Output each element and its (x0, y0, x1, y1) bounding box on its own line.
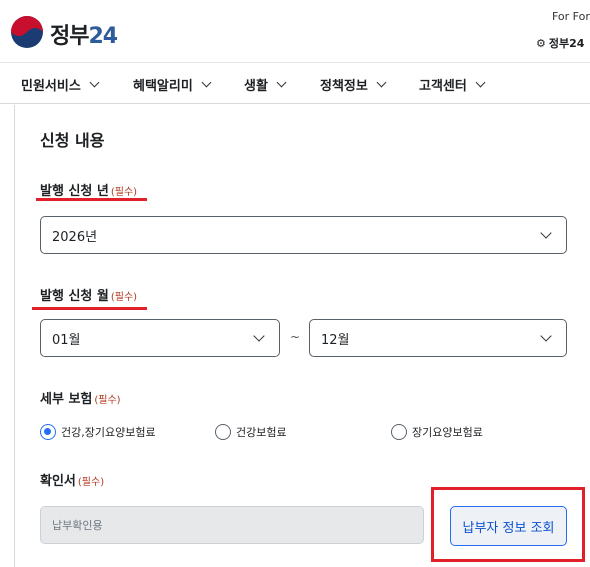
payer-info-lookup-button[interactable]: 납부자 정보 조회 (450, 506, 567, 546)
year-select[interactable]: 2026년 (40, 216, 567, 254)
nav-item-benefit-alert[interactable]: 혜택알리미 (133, 75, 212, 94)
gov24-small-icon: ⚙ (536, 36, 546, 50)
required-mark: (필수) (110, 187, 138, 198)
chevron-down-icon (276, 77, 287, 88)
main-nav: 민원서비스 혜택알리미 생활 정책정보 고객센터 (0, 62, 590, 104)
certificate-purpose-field: 납부확인용 (40, 506, 424, 544)
month-range-separator: ~ (290, 330, 301, 344)
chevron-down-icon (540, 227, 552, 239)
radio-button[interactable] (391, 424, 407, 440)
nav-item-life[interactable]: 생활 (244, 75, 287, 94)
radio-button[interactable] (215, 424, 231, 440)
required-mark: (필수) (110, 292, 138, 303)
radio-health[interactable]: 건강보험료 (215, 424, 287, 440)
chevron-down-icon (376, 77, 387, 88)
required-mark: (필수) (77, 477, 105, 488)
month-from-select[interactable]: 01월 (40, 319, 280, 357)
radio-health-longterm[interactable]: 건강,장기요양보험료 (40, 424, 156, 440)
chevron-down-icon (475, 77, 486, 88)
month-to-select[interactable]: 12월 (309, 319, 567, 357)
certificate-label: 확인서 (필수) (40, 474, 105, 489)
site-header: 정부24 For Fore ⚙ 정부24 (0, 0, 590, 62)
year-label: 발행 신청 년 (필수) (40, 184, 138, 199)
gov24-link[interactable]: ⚙ 정부24 (536, 35, 584, 51)
government-emblem-icon[interactable] (10, 15, 44, 49)
year-label-underline (36, 198, 147, 201)
nav-item-civil-service[interactable]: 민원서비스 (21, 75, 100, 94)
site-logo-text[interactable]: 정부24 (50, 18, 118, 50)
insurance-type-label: 세부 보험 (필수) (40, 392, 121, 407)
chevron-down-icon (540, 330, 552, 342)
required-mark: (필수) (94, 395, 121, 406)
month-label: 발행 신청 월 (필수) (40, 289, 138, 304)
month-label-underline (32, 307, 147, 310)
radio-longterm[interactable]: 장기요양보험료 (391, 424, 483, 440)
chevron-down-icon (253, 330, 265, 342)
language-link[interactable]: For Fore (552, 10, 590, 23)
nav-item-policy-info[interactable]: 정책정보 (320, 75, 387, 94)
chevron-down-icon (89, 77, 100, 88)
radio-button-checked[interactable] (40, 424, 56, 440)
nav-item-customer-center[interactable]: 고객센터 (419, 75, 486, 94)
section-title: 신청 내용 (40, 131, 105, 150)
chevron-down-icon (201, 77, 212, 88)
